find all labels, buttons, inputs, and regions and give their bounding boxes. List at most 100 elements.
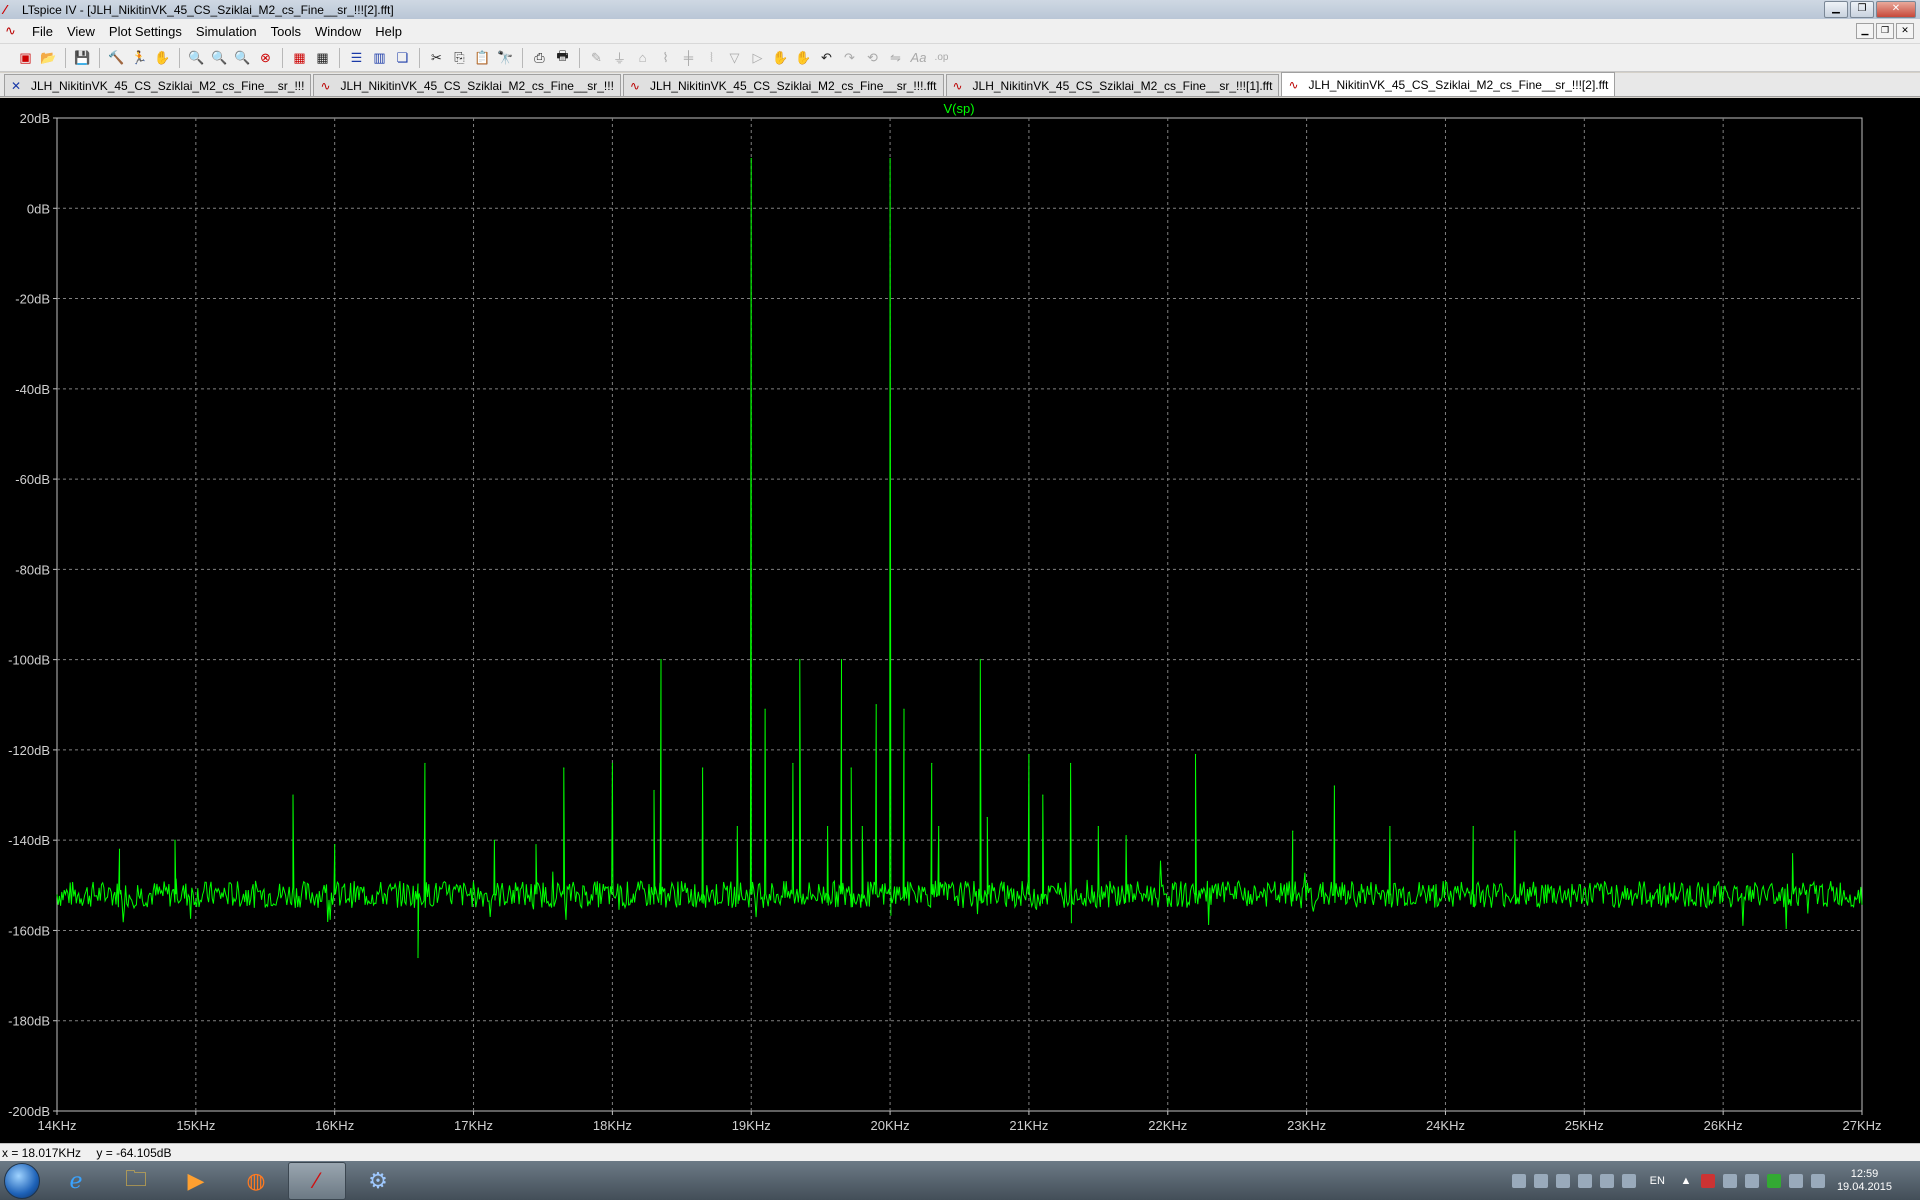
explorer-icon[interactable]: 🗀 <box>108 1163 164 1199</box>
menu-tools[interactable]: Tools <box>264 24 308 39</box>
tab-label: JLH_NikitinVK_45_CS_Sziklai_M2_cs_Fine__… <box>340 78 614 93</box>
tile-horizontal-icon[interactable]: ☰ <box>347 48 366 67</box>
close-button[interactable]: ✕ <box>1876 1 1916 18</box>
language-indicator[interactable]: EN <box>1650 1175 1665 1187</box>
x-tick-label: 14KHz <box>37 1118 76 1133</box>
autorange-icon[interactable]: ▦ <box>290 48 309 67</box>
text-icon[interactable]: Aa <box>909 48 928 67</box>
control-panel-icon[interactable]: ⚙ <box>350 1163 406 1199</box>
doc-minimize-button[interactable]: ▁ <box>1856 23 1874 39</box>
label-icon[interactable]: ⌂ <box>633 48 652 67</box>
firefox-icon[interactable]: ◍ <box>228 1163 284 1199</box>
tray-icon[interactable] <box>1766 1173 1781 1188</box>
y-tick-label: -60dB <box>15 472 50 487</box>
zoom-cancel-icon[interactable]: ⊗ <box>256 48 275 67</box>
print-preview-icon[interactable]: 🖶 <box>553 48 572 67</box>
clock[interactable]: 12:59 19.04.2015 <box>1837 1168 1892 1194</box>
save-icon[interactable]: 💾 <box>73 48 92 67</box>
print-icon[interactable]: ⎙ <box>530 48 549 67</box>
plot-pane[interactable]: V(sp) 14KHz 15KHz 16KHz 17KHz 18KHz 19KHz 20KH… <box>0 98 1920 1143</box>
spectral-peak-point <box>334 844 336 846</box>
tray-icon[interactable] <box>1722 1173 1737 1188</box>
tray-icon[interactable] <box>1700 1173 1715 1188</box>
y-tick-label: -200dB <box>8 1104 50 1119</box>
tray-icon[interactable] <box>1511 1173 1526 1188</box>
tab-schematic[interactable]: ✕ JLH_NikitinVK_45_CS_Sziklai_M2_cs_Fine… <box>4 74 312 96</box>
spectral-peak-point <box>1292 830 1294 832</box>
zoom-in-icon[interactable]: 🔍 <box>187 48 206 67</box>
tray-icon[interactable] <box>1533 1173 1548 1188</box>
menu-simulation[interactable]: Simulation <box>189 24 264 39</box>
start-button[interactable] <box>0 1161 44 1200</box>
tab-fft-2[interactable]: ∿ JLH_NikitinVK_45_CS_Sziklai_M2_cs_Fine… <box>1281 72 1616 96</box>
fft-chart[interactable]: V(sp) 14KHz 15KHz 16KHz 17KHz 18KHz 19KHz 20KH… <box>0 98 1920 1143</box>
cascade-icon[interactable]: ❏ <box>393 48 412 67</box>
cursor-x-readout: x = 18.017KHz <box>2 1146 82 1160</box>
resistor-icon[interactable]: ⌇ <box>656 48 675 67</box>
find-icon[interactable]: 🔭 <box>496 48 515 67</box>
maximize-button[interactable]: ❐ <box>1850 1 1874 18</box>
x-tick-label: 26KHz <box>1704 1118 1743 1133</box>
tab-waveform[interactable]: ∿ JLH_NikitinVK_45_CS_Sziklai_M2_cs_Fine… <box>313 74 621 96</box>
menu-view[interactable]: View <box>60 24 102 39</box>
copy-icon[interactable]: ⎘ <box>450 48 469 67</box>
control-panel-icon[interactable]: 🔨 <box>107 48 126 67</box>
menu-file[interactable]: File <box>25 24 60 39</box>
tab-fft-1[interactable]: ∿ JLH_NikitinVK_45_CS_Sziklai_M2_cs_Fine… <box>945 74 1280 96</box>
volume-icon[interactable] <box>1810 1173 1825 1188</box>
trace-label[interactable]: V(sp) <box>943 101 974 116</box>
tray-icon[interactable] <box>1599 1173 1614 1188</box>
spectral-peak-point <box>889 158 891 160</box>
menu-window[interactable]: Window <box>308 24 368 39</box>
spectral-peak-point <box>118 848 121 850</box>
mirror-icon[interactable]: ⇋ <box>886 48 905 67</box>
move-icon[interactable]: ✋ <box>771 48 790 67</box>
drag-icon[interactable]: ✋ <box>794 48 813 67</box>
spice-directive-icon[interactable]: .op <box>932 48 951 67</box>
menu-help[interactable]: Help <box>368 24 409 39</box>
paste-icon[interactable]: 📋 <box>473 48 492 67</box>
open-icon[interactable]: 📂 <box>39 48 58 67</box>
tray-icon[interactable] <box>1555 1173 1570 1188</box>
zoom-fit-icon[interactable]: 🔍 <box>233 48 252 67</box>
wire-icon[interactable]: ✎ <box>587 48 606 67</box>
component-icon[interactable]: ▷ <box>748 48 767 67</box>
clock-time: 12:59 <box>1850 1167 1879 1180</box>
series-line-v-sp[interactable] <box>56 158 1863 958</box>
document-icon[interactable]: ∿ <box>5 23 21 39</box>
doc-restore-button[interactable]: ❐ <box>1876 23 1894 39</box>
internet-explorer-icon[interactable]: ℯ <box>48 1163 104 1199</box>
diode-icon[interactable]: ▽ <box>725 48 744 67</box>
x-tick-label: 21KHz <box>1009 1118 1048 1133</box>
tray-icon[interactable] <box>1577 1173 1592 1188</box>
run-icon[interactable]: 🏃 <box>130 48 149 67</box>
grid-icon[interactable]: ▦ <box>313 48 332 67</box>
tray-icon[interactable] <box>1744 1173 1759 1188</box>
inductor-icon[interactable]: ⦚ <box>702 48 721 67</box>
rotate-icon[interactable]: ⟲ <box>863 48 882 67</box>
ground-icon[interactable]: ⏚ <box>610 48 629 67</box>
zoom-out-icon[interactable]: 🔍 <box>210 48 229 67</box>
spectral-peak-point <box>1125 835 1127 837</box>
network-icon[interactable] <box>1788 1173 1803 1188</box>
doc-close-button[interactable]: ✕ <box>1896 23 1914 39</box>
minimize-button[interactable]: ▁ <box>1824 1 1848 18</box>
spectral-peak-point <box>903 708 905 710</box>
media-player-icon[interactable]: ▶ <box>168 1163 224 1199</box>
y-tick-label: -20dB <box>15 292 50 307</box>
show-hidden-icons-icon[interactable]: ▲ <box>1679 1174 1693 1188</box>
tile-vertical-icon[interactable]: ▥ <box>370 48 389 67</box>
cut-icon[interactable]: ✂ <box>427 48 446 67</box>
tray-icon[interactable] <box>1621 1173 1636 1188</box>
ltspice-icon[interactable]: ⁄ <box>288 1161 346 1200</box>
redo-icon[interactable]: ↷ <box>840 48 859 67</box>
toolbar: ▣ 📂 💾 🔨 🏃 ✋ 🔍 🔍 🔍 ⊗ ▦ ▦ ☰ ▥ ❏ ✂ ⎘ 📋 🔭 ⎙ … <box>0 44 1920 72</box>
new-schematic-icon[interactable]: ▣ <box>16 48 35 67</box>
undo-icon[interactable]: ↶ <box>817 48 836 67</box>
tab-label: JLH_NikitinVK_45_CS_Sziklai_M2_cs_Fine__… <box>972 78 1273 93</box>
menu-plot-settings[interactable]: Plot Settings <box>102 24 189 39</box>
x-tick-label: 27KHz <box>1842 1118 1881 1133</box>
capacitor-icon[interactable]: ╪ <box>679 48 698 67</box>
halt-icon[interactable]: ✋ <box>153 48 172 67</box>
tab-fft[interactable]: ∿ JLH_NikitinVK_45_CS_Sziklai_M2_cs_Fine… <box>622 74 944 96</box>
